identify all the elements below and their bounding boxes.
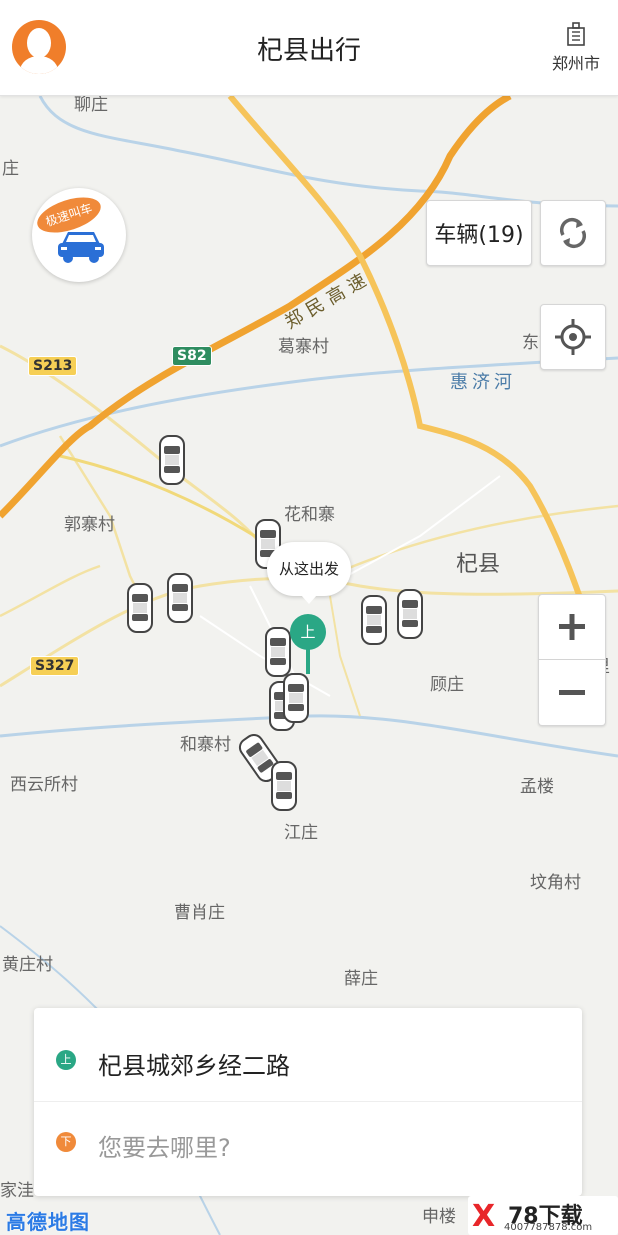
place-label: 聊庄 bbox=[74, 96, 108, 115]
crosshair-icon bbox=[555, 319, 591, 355]
place-label: 顾庄 bbox=[430, 675, 464, 695]
plus-icon bbox=[559, 614, 585, 640]
destination-row[interactable]: 下 您要去哪里? bbox=[34, 1102, 582, 1196]
locate-me-button[interactable] bbox=[540, 304, 606, 370]
place-label: 和寨村 bbox=[180, 735, 231, 755]
place-label: 郭寨村 bbox=[64, 515, 115, 535]
city-label: 郑州市 bbox=[551, 54, 600, 73]
place-label: 西云所村 bbox=[10, 775, 78, 795]
place-label: 坟角村 bbox=[530, 873, 581, 893]
minus-icon bbox=[559, 689, 585, 695]
pickup-pin-label: 上 bbox=[290, 614, 326, 650]
site-watermark: X 78下载 4007787878.com bbox=[468, 1196, 618, 1235]
building-icon bbox=[567, 22, 585, 46]
town-label: 杞县 bbox=[456, 552, 501, 577]
taxi-car-icon bbox=[264, 626, 292, 678]
pickup-callout[interactable]: 从这出发 bbox=[267, 542, 351, 604]
taxi-car-icon bbox=[126, 582, 154, 634]
place-label: 家洼 bbox=[0, 1181, 34, 1201]
place-label: 花和寨 bbox=[284, 505, 335, 525]
road-shield: S213 bbox=[28, 356, 78, 376]
refresh-button[interactable] bbox=[540, 200, 606, 266]
taxi-car-icon bbox=[158, 434, 186, 486]
taxi-car-icon bbox=[360, 594, 388, 646]
vehicles-count-button[interactable]: 车辆(19) bbox=[426, 200, 532, 266]
place-label: 黄庄村 bbox=[2, 955, 53, 975]
road-shield: S82 bbox=[172, 346, 212, 366]
taxi-car-icon bbox=[396, 588, 424, 640]
river-label: 惠济河 bbox=[450, 372, 516, 393]
taxi-car-icon bbox=[270, 760, 298, 812]
pin-stem bbox=[306, 648, 310, 674]
refresh-icon bbox=[559, 218, 587, 248]
trip-panel: 上 杞县城郊乡经二路 下 您要去哪里? bbox=[34, 1008, 582, 1196]
watermark-x-logo: X bbox=[472, 1199, 496, 1234]
place-label: 葛寨村 bbox=[278, 337, 329, 357]
road-shield: S327 bbox=[30, 656, 80, 676]
watermark-url: 4007787878.com bbox=[504, 1222, 593, 1233]
pickup-marker-icon: 上 bbox=[56, 1050, 76, 1070]
zoom-out-button[interactable] bbox=[538, 660, 606, 726]
taxi-car-icon bbox=[282, 672, 310, 724]
place-label: 孟楼 bbox=[520, 777, 554, 797]
pickup-row[interactable]: 上 杞县城郊乡经二路 bbox=[34, 1008, 582, 1102]
place-label: 曹肖庄 bbox=[174, 903, 225, 923]
zoom-in-button[interactable] bbox=[538, 594, 606, 660]
place-label: 江庄 bbox=[284, 823, 318, 843]
destination-marker-icon: 下 bbox=[56, 1132, 76, 1152]
place-label: 薛庄 bbox=[344, 969, 378, 989]
car-icon bbox=[58, 232, 104, 263]
place-label: 庄 bbox=[2, 159, 19, 179]
taxi-car-icon bbox=[166, 572, 194, 624]
place-label: 申楼 bbox=[422, 1207, 456, 1227]
city-selector[interactable]: 郑州市 bbox=[546, 22, 606, 74]
pickup-pin: 上 bbox=[290, 614, 326, 674]
page-title: 杞县出行 bbox=[256, 36, 361, 66]
top-bar: 杞县出行 郑州市 bbox=[0, 0, 618, 96]
pickup-address: 杞县城郊乡经二路 bbox=[98, 1052, 290, 1080]
destination-input: 您要去哪里? bbox=[98, 1134, 231, 1162]
map-provider-logo: 高德地图 bbox=[6, 1210, 90, 1234]
fast-call-button[interactable]: 极速叫车 bbox=[32, 188, 126, 282]
